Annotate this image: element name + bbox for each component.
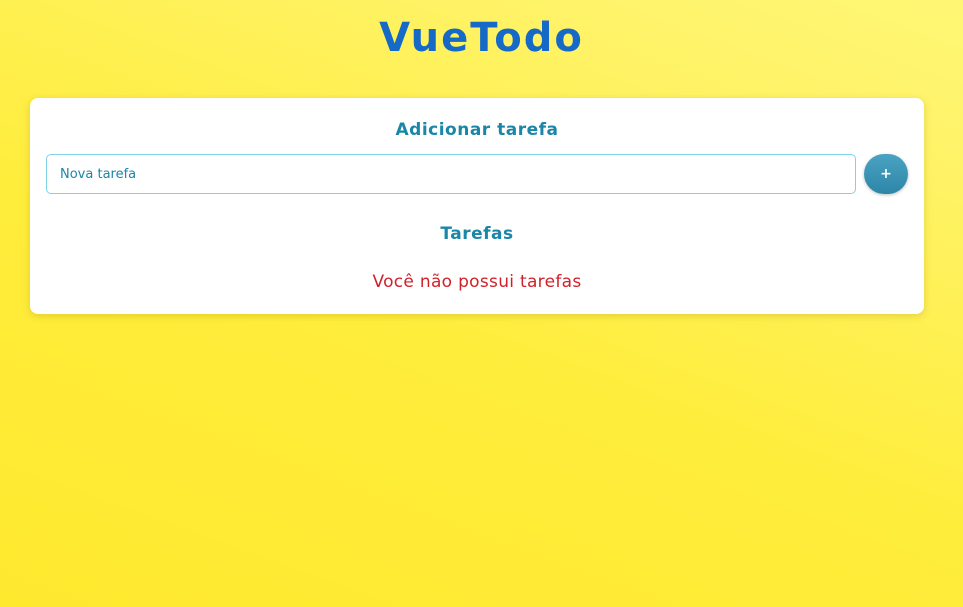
empty-tasks-message: Você não possui tarefas [372,272,582,292]
app-title: VueTodo [379,15,584,61]
tasks-heading: Tarefas [440,224,514,244]
todo-card: Adicionar tarefa + Tarefas Você não poss… [30,98,924,314]
add-task-button[interactable]: + [864,154,908,194]
add-task-heading: Adicionar tarefa [395,120,559,140]
new-task-input[interactable] [46,154,856,194]
